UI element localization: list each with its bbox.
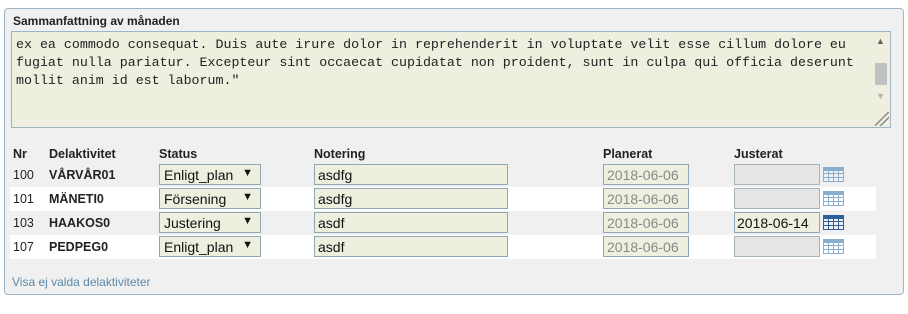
column-header-adjusted: Justerat bbox=[734, 147, 783, 161]
scroll-down-icon[interactable]: ▼ bbox=[876, 92, 885, 101]
planned-date-field: 2018-06-06 bbox=[603, 212, 689, 233]
planned-date-field: 2018-06-06 bbox=[603, 188, 689, 209]
row-activity-code: MÄNETI0 bbox=[49, 192, 104, 206]
row-nr: 107 bbox=[13, 240, 34, 254]
calendar-icon[interactable] bbox=[823, 215, 844, 230]
status-select[interactable]: Enligt_plan ▼ bbox=[159, 236, 261, 257]
status-value: Enligt_plan bbox=[164, 239, 234, 255]
row-nr: 103 bbox=[13, 216, 34, 230]
dropdown-arrow-icon: ▼ bbox=[242, 191, 253, 203]
row-nr: 100 bbox=[13, 168, 34, 182]
note-input[interactable]: asdfg bbox=[314, 164, 508, 185]
row-nr: 101 bbox=[13, 192, 34, 206]
dropdown-arrow-icon: ▼ bbox=[242, 167, 253, 179]
table-row: 100 VÅRVÅR01 Enligt_plan ▼ asdfg 2018-06… bbox=[10, 163, 876, 187]
summary-label: Sammanfattning av månaden bbox=[13, 14, 180, 28]
resize-grip-icon[interactable] bbox=[875, 112, 889, 126]
status-select[interactable]: Försening ▼ bbox=[159, 188, 261, 209]
summary-scrollbar[interactable]: ▲ ▼ bbox=[872, 32, 890, 107]
monthly-report-panel: Sammanfattning av månaden ex ea commodo … bbox=[4, 8, 904, 295]
row-activity-code: PEDPEG0 bbox=[49, 240, 109, 254]
note-input[interactable]: asdfg bbox=[314, 188, 508, 209]
adjusted-date-input[interactable]: 2018-06-14 bbox=[734, 212, 820, 233]
summary-textarea[interactable]: ex ea commodo consequat. Duis aute irure… bbox=[11, 31, 891, 128]
status-value: Justering bbox=[164, 215, 221, 231]
calendar-icon[interactable] bbox=[823, 167, 844, 182]
adjusted-date-input[interactable] bbox=[734, 188, 820, 209]
dropdown-arrow-icon: ▼ bbox=[242, 239, 253, 251]
summary-text: ex ea commodo consequat. Duis aute irure… bbox=[16, 37, 862, 88]
row-activity-code: HAAKOS0 bbox=[49, 216, 111, 230]
status-value: Enligt_plan bbox=[164, 167, 234, 183]
scroll-up-icon[interactable]: ▲ bbox=[876, 37, 885, 46]
scroll-thumb[interactable] bbox=[875, 63, 887, 85]
adjusted-date-input[interactable] bbox=[734, 236, 820, 257]
note-input[interactable]: asdf bbox=[314, 212, 508, 233]
show-unselected-activities-link[interactable]: Visa ej valda delaktiviteter bbox=[12, 275, 151, 289]
status-value: Försening bbox=[164, 191, 227, 207]
column-header-note: Notering bbox=[314, 147, 366, 161]
row-activity-code: VÅRVÅR01 bbox=[49, 168, 116, 182]
note-input[interactable]: asdf bbox=[314, 236, 508, 257]
table-row: 107 PEDPEG0 Enligt_plan ▼ asdf 2018-06-0… bbox=[10, 235, 876, 259]
column-header-planned: Planerat bbox=[603, 147, 653, 161]
dropdown-arrow-icon: ▼ bbox=[242, 215, 253, 227]
status-select[interactable]: Enligt_plan ▼ bbox=[159, 164, 261, 185]
status-select[interactable]: Justering ▼ bbox=[159, 212, 261, 233]
column-header-activity: Delaktivitet bbox=[49, 147, 116, 161]
calendar-icon[interactable] bbox=[823, 239, 844, 254]
adjusted-date-input[interactable] bbox=[734, 164, 820, 185]
table-row: 103 HAAKOS0 Justering ▼ asdf 2018-06-06 … bbox=[10, 211, 876, 235]
planned-date-field: 2018-06-06 bbox=[603, 164, 689, 185]
calendar-icon[interactable] bbox=[823, 191, 844, 206]
table-row: 101 MÄNETI0 Försening ▼ asdfg 2018-06-06 bbox=[10, 187, 876, 211]
column-header-nr: Nr bbox=[13, 147, 27, 161]
column-header-status: Status bbox=[159, 147, 198, 161]
planned-date-field: 2018-06-06 bbox=[603, 236, 689, 257]
